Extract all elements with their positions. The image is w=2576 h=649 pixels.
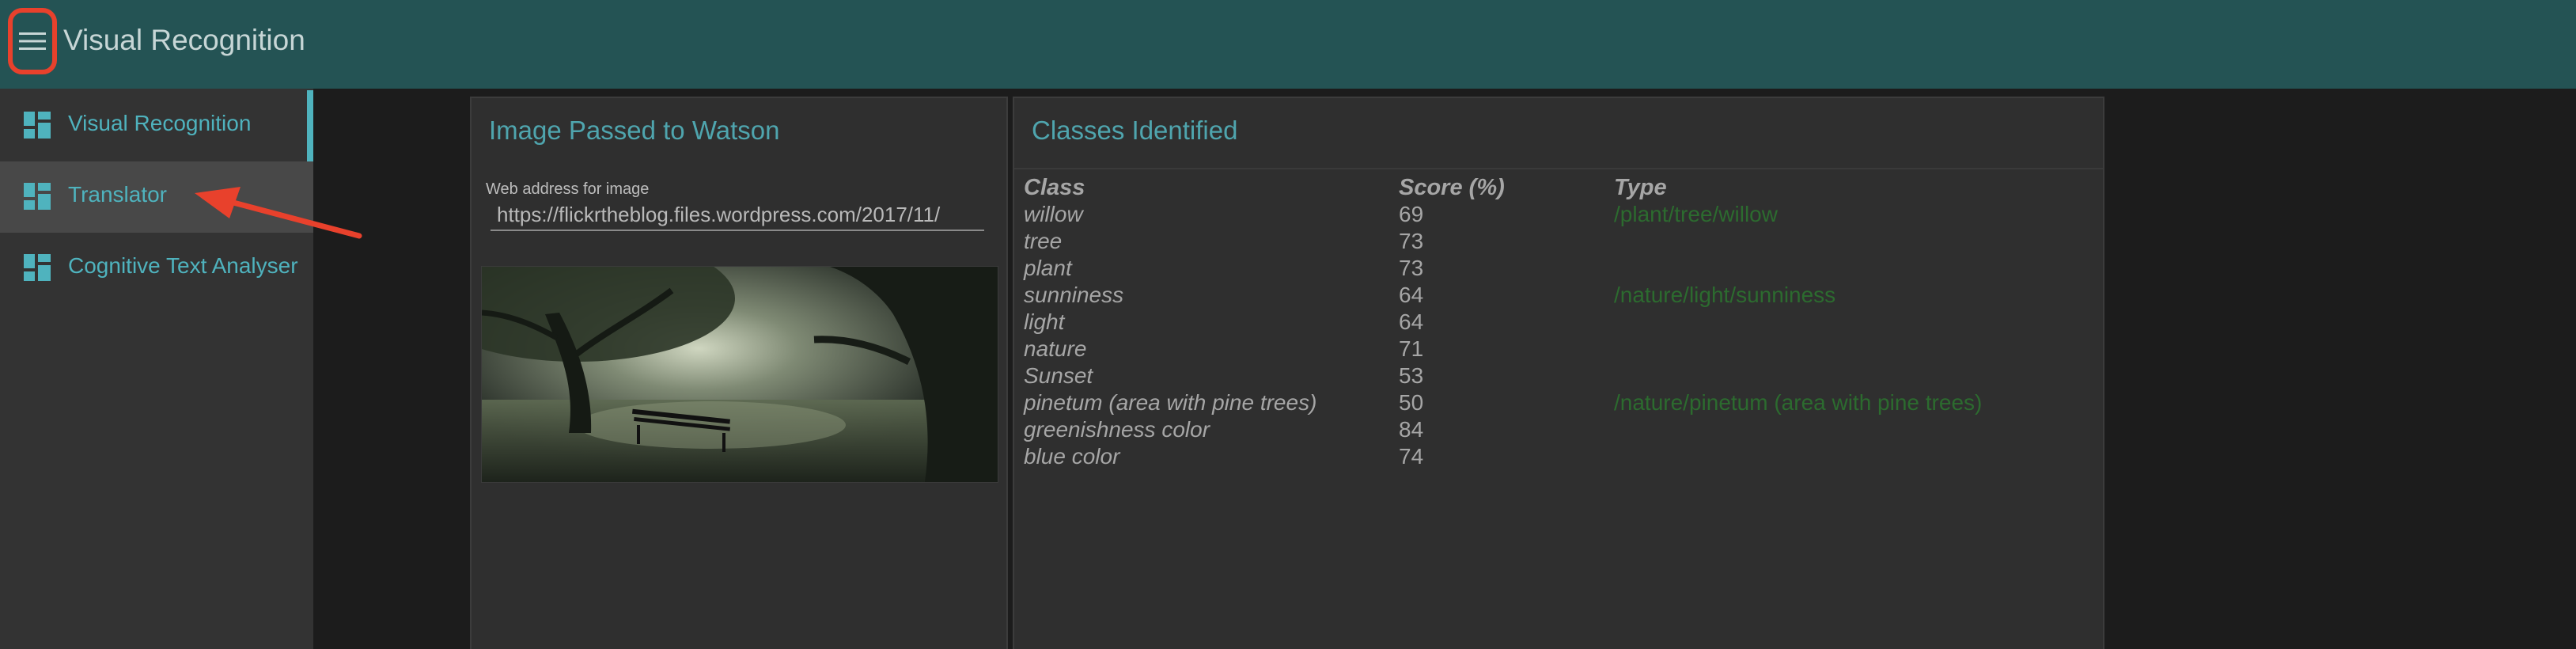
column-header-type: Type bbox=[1614, 174, 1667, 200]
table-row: sunniness 64 /nature/light/sunniness bbox=[1024, 282, 1982, 309]
sidebar-item-cognitive-text-analyser[interactable]: Cognitive Text Analyser bbox=[0, 233, 313, 304]
sidebar-item-label: Translator bbox=[68, 182, 168, 207]
type-cell bbox=[1614, 228, 1982, 255]
table-row: blue color 74 bbox=[1024, 443, 1982, 470]
table-row: nature 71 bbox=[1024, 336, 1982, 362]
score-cell: 53 bbox=[1399, 363, 1424, 388]
app-title: Visual Recognition bbox=[63, 24, 305, 56]
score-cell: 69 bbox=[1399, 202, 1424, 226]
top-app-bar: Visual Recognition bbox=[0, 0, 2576, 89]
class-cell: pinetum (area with pine trees) bbox=[1024, 390, 1317, 415]
type-cell bbox=[1614, 336, 1982, 362]
sidebar-item-label: Cognitive Text Analyser bbox=[68, 253, 298, 278]
panel-title: Image Passed to Watson bbox=[489, 116, 780, 145]
type-cell bbox=[1614, 416, 1982, 443]
type-cell: /plant/tree/willow bbox=[1614, 202, 1778, 226]
analyzed-image bbox=[419, 235, 998, 483]
score-cell: 84 bbox=[1399, 417, 1424, 442]
table-header-row: Class Score (%) Type bbox=[1024, 174, 1982, 201]
table-row: willow 69 /plant/tree/willow bbox=[1024, 201, 1982, 228]
image-url-input[interactable] bbox=[491, 199, 984, 231]
sidebar-item-label: Visual Recognition bbox=[68, 111, 252, 135]
class-cell: light bbox=[1024, 309, 1065, 334]
sidebar-nav: Visual Recognition Translator Cognitive … bbox=[0, 89, 313, 649]
score-cell: 73 bbox=[1399, 256, 1424, 280]
sidebar-item-visual-recognition[interactable]: Visual Recognition bbox=[0, 90, 313, 161]
class-cell: tree bbox=[1024, 229, 1063, 253]
score-cell: 74 bbox=[1399, 444, 1424, 469]
dashboard-icon bbox=[24, 183, 51, 210]
table-row: pinetum (area with pine trees) 50 /natur… bbox=[1024, 389, 1982, 416]
menu-button[interactable] bbox=[8, 8, 57, 74]
image-panel: Image Passed to Watson Web address for i… bbox=[419, 97, 1008, 649]
hamburger-menu-icon bbox=[19, 32, 46, 50]
panel-title: Classes Identified bbox=[1032, 116, 1238, 145]
type-cell bbox=[1614, 255, 1982, 282]
column-header-class: Class bbox=[1024, 174, 1085, 200]
class-cell: blue color bbox=[1024, 444, 1120, 469]
table-row: plant 73 bbox=[1024, 255, 1982, 282]
annotation-arrow-icon bbox=[195, 187, 362, 239]
class-cell: Sunset bbox=[1024, 363, 1093, 388]
class-cell: willow bbox=[1024, 202, 1083, 226]
dashboard-icon bbox=[24, 112, 51, 139]
type-cell bbox=[1614, 362, 1982, 389]
dashboard-icon bbox=[24, 254, 51, 281]
classes-table: Class Score (%) Type willow 69 /plant/tr… bbox=[1024, 174, 1982, 470]
class-cell: plant bbox=[1024, 256, 1072, 280]
table-row: light 64 bbox=[1024, 309, 1982, 336]
type-cell bbox=[1614, 309, 1982, 336]
park-bench-image bbox=[419, 235, 998, 482]
type-cell: /nature/pinetum (area with pine trees) bbox=[1614, 390, 1983, 415]
score-cell: 64 bbox=[1399, 283, 1424, 307]
table-row: greenishness color 84 bbox=[1024, 416, 1982, 443]
type-cell bbox=[1614, 443, 1982, 470]
divider bbox=[1014, 168, 2103, 169]
type-cell: /nature/light/sunniness bbox=[1614, 283, 1836, 307]
score-cell: 50 bbox=[1399, 390, 1424, 415]
table-row: Sunset 53 bbox=[1024, 362, 1982, 389]
table-row: tree 73 bbox=[1024, 228, 1982, 255]
column-header-score: Score (%) bbox=[1399, 174, 1505, 200]
class-cell: nature bbox=[1024, 336, 1087, 361]
score-cell: 64 bbox=[1399, 309, 1424, 334]
class-cell: greenishness color bbox=[1024, 417, 1210, 442]
score-cell: 71 bbox=[1399, 336, 1424, 361]
score-cell: 73 bbox=[1399, 229, 1424, 253]
image-url-label: Web address for image bbox=[486, 180, 650, 198]
classes-panel: Classes Identified Class Score (%) Type … bbox=[1013, 97, 2104, 649]
class-cell: sunniness bbox=[1024, 283, 1124, 307]
